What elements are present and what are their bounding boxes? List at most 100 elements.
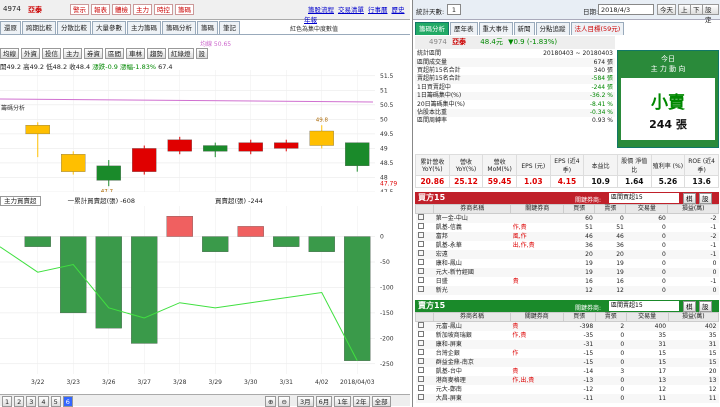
- row-checkbox[interactable]: [417, 223, 424, 229]
- page-4[interactable]: 4: [38, 396, 49, 407]
- buy-param-select[interactable]: 區間買超15: [609, 193, 679, 203]
- toolbar-range[interactable]: 區間: [105, 48, 124, 59]
- table-row[interactable]: 富邦 風,作 46 46 0 -2: [415, 232, 719, 241]
- table-row[interactable]: 港商麥格理 作,出,貴 -13 0 13 13: [415, 376, 719, 385]
- row-checkbox[interactable]: [417, 358, 424, 364]
- price-axis-label: 51: [380, 87, 388, 94]
- buy-grid-button[interactable]: 棋: [683, 193, 696, 204]
- row-checkbox[interactable]: [417, 268, 424, 274]
- tab-target-price[interactable]: 法人目標(59元): [570, 22, 625, 35]
- toolbar-ma[interactable]: 均線: [0, 48, 19, 59]
- sell-header-row: 券商名稱 關鍵券商 買張 賣張 交易量 損益(萬): [414, 312, 720, 322]
- tab-news[interactable]: 新聞: [513, 22, 535, 35]
- table-row[interactable]: 凱基-永華 出,作,貴 36 36 0 -1: [416, 241, 719, 250]
- sell-settings-button[interactable]: 設: [699, 301, 712, 312]
- row-checkbox[interactable]: [417, 214, 424, 220]
- row-checkbox[interactable]: [417, 340, 424, 346]
- zoom-out-icon[interactable]: ⊖: [278, 396, 290, 407]
- page-3[interactable]: 3: [26, 396, 37, 407]
- range-all[interactable]: 全部: [371, 396, 391, 407]
- table-row[interactable]: 台灣企銀 作 -15 0 15 15: [416, 349, 719, 358]
- tab-dispersion[interactable]: 分散比較: [57, 21, 91, 34]
- page-6[interactable]: 6: [62, 396, 73, 407]
- range-1y[interactable]: 1年: [334, 396, 351, 407]
- checkup-button[interactable]: 體檢: [112, 4, 131, 15]
- table-row[interactable]: 大昌-屏東 -11 0 11 11: [415, 394, 719, 403]
- table-row[interactable]: 新光 12 12 0 0: [415, 286, 719, 295]
- page-5[interactable]: 5: [50, 396, 61, 407]
- sell-grid-button[interactable]: 棋: [683, 301, 696, 312]
- date-input[interactable]: 2018/4/3: [598, 4, 654, 15]
- table-row[interactable]: 元大-新竹經國 19 19 0 0: [415, 268, 719, 277]
- range-3m[interactable]: 3月: [297, 396, 314, 407]
- tab-chips[interactable]: 籌碼: [197, 21, 218, 34]
- toolbar-foreign[interactable]: 外資: [21, 48, 40, 59]
- chips-button[interactable]: 籌碼: [175, 4, 194, 15]
- row-checkbox[interactable]: [417, 367, 424, 373]
- row-checkbox[interactable]: [417, 250, 424, 256]
- tab-restore[interactable]: 還原: [0, 21, 21, 34]
- sell-cell: -35: [583, 331, 594, 339]
- buy-cell: 凱基-信義: [435, 223, 462, 231]
- main-force-button[interactable]: 主力: [133, 4, 152, 15]
- toolbar-trust[interactable]: 投信: [42, 48, 61, 59]
- row-checkbox[interactable]: [417, 394, 424, 400]
- tab-chips-analysis-right[interactable]: 籌碼分析: [415, 22, 449, 35]
- table-row[interactable]: 元大-鄭南 -12 0 12 12: [416, 385, 719, 394]
- tab-volume-param[interactable]: 大量參數: [92, 21, 126, 34]
- row-checkbox[interactable]: [417, 349, 424, 355]
- tab-cross-compare[interactable]: 跨期比較: [22, 21, 56, 34]
- volume-select[interactable]: 主力買賣超: [0, 196, 41, 206]
- next-button[interactable]: 下: [690, 4, 703, 15]
- report-button[interactable]: 報表: [91, 4, 110, 15]
- table-row[interactable]: 康和-鳳山 19 19 0 0: [416, 259, 719, 268]
- row-checkbox[interactable]: [417, 241, 424, 247]
- table-row[interactable]: 新加坡商瑞銀 作,貴 -35 0 35 35: [416, 331, 719, 340]
- zoom-in-icon[interactable]: ⊕: [265, 396, 277, 407]
- table-row[interactable]: 宏遠 20 20 0 -1: [415, 250, 719, 259]
- buy-settings-button[interactable]: 設: [699, 193, 712, 204]
- tab-chips-analysis[interactable]: 籌碼分析: [162, 21, 196, 34]
- prev-button[interactable]: 上: [678, 4, 691, 15]
- row-checkbox[interactable]: [417, 232, 424, 238]
- sell-param-select[interactable]: 區間賣超15: [609, 301, 679, 311]
- range-2y[interactable]: 2年: [352, 396, 370, 407]
- toolbar-margin[interactable]: 券資: [84, 48, 103, 59]
- toolbar-trend[interactable]: 趨勢: [147, 48, 166, 59]
- warning-button[interactable]: 警示: [70, 4, 89, 15]
- days-input[interactable]: 1: [447, 4, 461, 15]
- row-checkbox[interactable]: [417, 259, 424, 265]
- tab-events[interactable]: 重大事件: [478, 22, 513, 35]
- toolbar-traffic[interactable]: 紅綠燈: [168, 48, 194, 59]
- row-checkbox[interactable]: [417, 331, 424, 337]
- timing-button[interactable]: 時控: [154, 4, 173, 15]
- link-flow[interactable]: 籌股流程: [308, 6, 334, 14]
- tab-branch-track[interactable]: 分點追蹤: [535, 22, 570, 35]
- table-row[interactable]: 第一金-中山 60 0 60 -2: [415, 213, 719, 223]
- volume-bar: [166, 216, 193, 237]
- table-row[interactable]: 凱基-信義 作,貴 51 51 0 -1: [416, 223, 719, 232]
- toolbar-car[interactable]: 車林: [126, 48, 145, 59]
- range-6m[interactable]: 6月: [315, 396, 333, 407]
- table-row[interactable]: 日盛 貴 16 16 0 -1: [416, 277, 719, 286]
- row-checkbox[interactable]: [417, 376, 424, 382]
- table-row[interactable]: 元富-鳳山貴 -398 2 400 402: [415, 321, 719, 331]
- today-button[interactable]: 今天: [657, 4, 676, 15]
- settings-button[interactable]: 設定: [702, 4, 719, 24]
- row-checkbox[interactable]: [417, 385, 424, 391]
- table-row[interactable]: 群益金鼎-南京 -15 0 15 15: [415, 358, 719, 367]
- table-row[interactable]: 凱基-台中 貴 -14 3 17 20: [416, 367, 719, 376]
- link-trades[interactable]: 交易清單: [338, 6, 364, 14]
- row-checkbox[interactable]: [417, 286, 424, 292]
- row-checkbox[interactable]: [417, 322, 424, 328]
- page-1[interactable]: 1: [2, 396, 13, 407]
- link-calendar[interactable]: 行事曆: [368, 6, 388, 14]
- toolbar-settings[interactable]: 設: [195, 48, 208, 59]
- tab-notes[interactable]: 筆記: [219, 21, 240, 34]
- table-row[interactable]: 康和-屏東 -31 0 31 31: [415, 340, 719, 349]
- row-checkbox[interactable]: [417, 277, 424, 283]
- tab-history[interactable]: 歷年表: [450, 22, 478, 35]
- toolbar-main[interactable]: 主力: [63, 48, 82, 59]
- tab-main-chips[interactable]: 主力籌碼: [127, 21, 161, 34]
- page-2[interactable]: 2: [14, 396, 25, 407]
